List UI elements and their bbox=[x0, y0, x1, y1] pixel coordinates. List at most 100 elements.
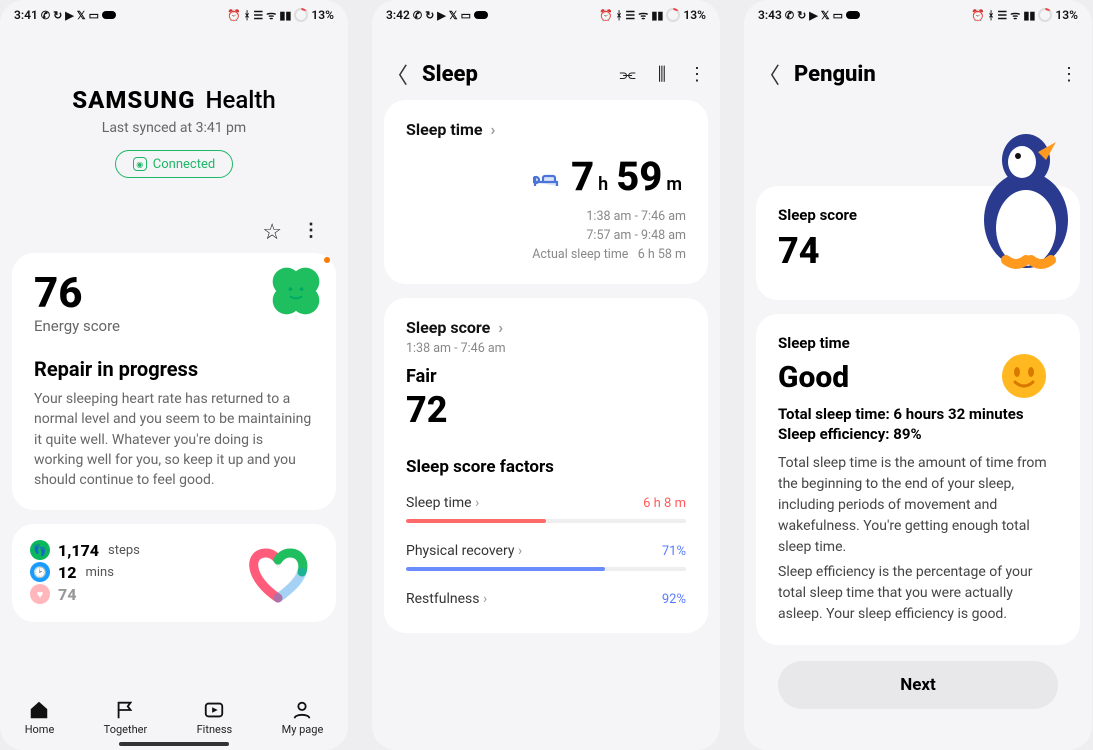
mins-value: 12 bbox=[58, 563, 76, 582]
factors-title: Sleep score factors bbox=[406, 457, 686, 477]
youtube-icon: ▶ bbox=[437, 10, 445, 21]
sleep-score-card[interactable]: Sleep score › 1:38 am - 7:46 am Fair 72 … bbox=[384, 298, 708, 633]
next-button[interactable]: Next bbox=[778, 661, 1058, 709]
signal-icon: ▮▮ bbox=[651, 10, 663, 21]
app-brand: SAMSUNG Health bbox=[12, 86, 336, 114]
nav-home-label: Home bbox=[25, 723, 55, 736]
alarm-icon: ⏰ bbox=[227, 10, 241, 21]
page-title: Sleep bbox=[422, 62, 606, 87]
third-row: ♥ 74 bbox=[30, 584, 228, 604]
factor-value: 6 h 8 m bbox=[643, 496, 686, 511]
alarm-icon: ⏰ bbox=[971, 10, 985, 21]
factor-value: 92% bbox=[662, 592, 686, 607]
mins-value: 59 bbox=[616, 153, 662, 200]
whatsapp-icon: ✆ bbox=[785, 10, 794, 21]
chevron-right-icon: › bbox=[483, 591, 487, 607]
factor-value: 71% bbox=[662, 544, 686, 559]
factor-sleep-time[interactable]: Sleep time › 6 h 8 m bbox=[406, 495, 686, 523]
status-bar: 3:42 ✆ ↻ ▶ 𝕏 ▭ ⏰ ᚼ ☰ ᯤ ▮▮ 13% bbox=[372, 0, 720, 30]
last-synced: Last synced at 3:41 pm bbox=[12, 120, 336, 136]
explainer-1: Total sleep time is the amount of time f… bbox=[778, 453, 1058, 558]
more-icon[interactable]: ⋮ bbox=[688, 64, 706, 85]
clock: 3:41 bbox=[14, 8, 38, 22]
clover-icon bbox=[268, 263, 324, 319]
wallet-icon: ▭ bbox=[833, 10, 843, 21]
bed-icon bbox=[533, 170, 559, 194]
more-icon[interactable]: ⋮ bbox=[302, 220, 320, 245]
wallet-icon: ▭ bbox=[89, 10, 99, 21]
pill-icon bbox=[474, 11, 488, 19]
heart-ring-icon bbox=[238, 538, 318, 608]
factor-bar bbox=[406, 567, 686, 571]
page-title: Penguin bbox=[794, 62, 1046, 87]
smiley-icon bbox=[1000, 352, 1048, 400]
hours-unit: h bbox=[598, 174, 608, 195]
actual-label: Actual sleep time bbox=[532, 247, 628, 262]
battery-ring-icon bbox=[666, 8, 680, 22]
energy-score-label: Energy score bbox=[34, 317, 314, 335]
sleep-score-label: Sleep score bbox=[406, 318, 490, 337]
factor-physical-recovery[interactable]: Physical recovery › 71% bbox=[406, 543, 686, 571]
whatsapp-icon: ✆ bbox=[41, 10, 50, 21]
next-label: Next bbox=[900, 675, 936, 695]
wifi2-icon: ᯤ bbox=[266, 10, 276, 21]
steps-icon: 👣 bbox=[30, 540, 50, 560]
chevron-right-icon: › bbox=[491, 120, 496, 139]
nav-together-label: Together bbox=[104, 723, 148, 736]
home-icon bbox=[28, 699, 50, 721]
person-icon bbox=[291, 699, 313, 721]
repair-body: Your sleeping heart rate has returned to… bbox=[34, 389, 314, 490]
third-value: 74 bbox=[58, 585, 76, 604]
battery-ring-icon bbox=[1038, 8, 1052, 22]
star-icon[interactable]: ☆ bbox=[262, 220, 282, 245]
whatsapp-icon: ✆ bbox=[413, 10, 422, 21]
factor-restfulness[interactable]: Restfulness › 92% bbox=[406, 591, 686, 607]
sleep-time-card[interactable]: Sleep time › 7 h 59 m 1:38 am - 7:46 am … bbox=[384, 100, 708, 284]
nav-together[interactable]: Together bbox=[104, 699, 148, 736]
range-2: 7:57 am - 9:48 am bbox=[406, 227, 686, 246]
pill-icon bbox=[846, 11, 860, 19]
chevron-right-icon: › bbox=[518, 543, 522, 559]
youtube-icon: ▶ bbox=[809, 10, 817, 21]
activity-card[interactable]: 👣 1,174 steps 🕑 12 mins ♥ 74 bbox=[12, 524, 336, 622]
x-icon: 𝕏 bbox=[77, 10, 86, 21]
nav-home[interactable]: Home bbox=[25, 699, 55, 736]
x-icon: 𝕏 bbox=[821, 10, 830, 21]
score-value: 72 bbox=[406, 389, 686, 431]
bluetooth-icon: ᚼ bbox=[988, 10, 995, 21]
wallet-icon: ▭ bbox=[461, 10, 471, 21]
factor-name: Restfulness bbox=[406, 591, 479, 607]
range-1: 1:38 am - 7:46 am bbox=[406, 208, 686, 227]
nav-fitness[interactable]: Fitness bbox=[197, 699, 233, 736]
factor-bar bbox=[406, 519, 686, 523]
chart-icon[interactable]: ⫼ bbox=[658, 64, 666, 85]
back-button[interactable]: 〈 bbox=[386, 58, 408, 90]
sync-icon: ↻ bbox=[797, 10, 806, 21]
mins-row: 🕑 12 mins bbox=[30, 562, 228, 582]
bluetooth-icon: ᚼ bbox=[244, 10, 251, 21]
score-qualifier: Fair bbox=[406, 366, 686, 387]
battery-ring-icon bbox=[294, 8, 308, 22]
actual-value: 6 h 58 m bbox=[638, 247, 686, 262]
steps-unit: steps bbox=[108, 543, 140, 558]
repair-title: Repair in progress bbox=[34, 357, 314, 381]
battery-pct: 13% bbox=[1055, 8, 1078, 22]
sync-icon: ↻ bbox=[53, 10, 62, 21]
play-icon bbox=[203, 699, 225, 721]
bluetooth-icon: ᚼ bbox=[616, 10, 623, 21]
pill-icon bbox=[102, 11, 116, 19]
x-icon: 𝕏 bbox=[449, 10, 458, 21]
share-icon[interactable]: ⫘ bbox=[620, 64, 636, 85]
youtube-icon: ▶ bbox=[65, 10, 73, 21]
steps-row: 👣 1,174 steps bbox=[30, 540, 228, 560]
signal-icon: ▮▮ bbox=[279, 10, 291, 21]
more-icon[interactable]: ⋮ bbox=[1060, 64, 1078, 85]
energy-card[interactable]: 76 Energy score Repair in progress Your … bbox=[12, 253, 336, 510]
connected-label: Connected bbox=[153, 157, 215, 172]
nav-mypage[interactable]: My page bbox=[282, 699, 324, 736]
watch-icon: ◉ bbox=[133, 157, 147, 171]
clock: 3:43 bbox=[758, 8, 782, 22]
back-button[interactable]: 〈 bbox=[758, 58, 780, 90]
connected-pill[interactable]: ◉ Connected bbox=[115, 150, 233, 178]
sync-icon: ↻ bbox=[425, 10, 434, 21]
